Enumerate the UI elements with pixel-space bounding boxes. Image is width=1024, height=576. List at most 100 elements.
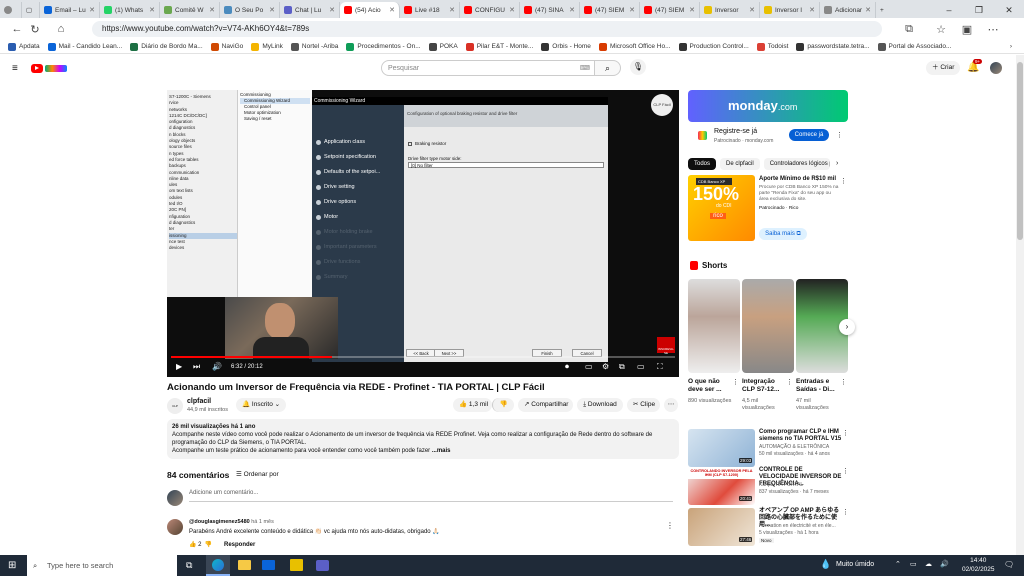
sort-button[interactable]: ☰ Ordenar por [236, 470, 279, 478]
create-button[interactable]: ＋ Criar [926, 61, 961, 75]
tab-close-icon[interactable]: ✕ [746, 6, 755, 14]
bookmark-item[interactable]: Orbis - Home [541, 42, 591, 51]
clock[interactable]: 14:40 02/02/2025 [962, 556, 995, 574]
shorts-next-button[interactable]: › [839, 319, 855, 335]
ad-cta-button[interactable]: Comece já [789, 129, 829, 141]
search-button[interactable]: ⌕ [595, 60, 621, 76]
tab-actions-icon[interactable]: ▢ [22, 2, 40, 18]
tab-close-icon[interactable]: ✕ [862, 6, 871, 14]
browser-tab[interactable]: (47) SINA ✕ [520, 2, 580, 18]
download-button[interactable]: ⤓ Download [577, 398, 623, 412]
browser-tab[interactable]: Chat | Lu ✕ [280, 2, 340, 18]
subscribed-button[interactable]: 🔔 Inscrito ⌄ [236, 398, 286, 412]
short-title[interactable]: O que não deve ser ... [688, 378, 728, 393]
add-comment-input[interactable]: Adicione um comentário... [189, 490, 673, 502]
bookmark-item[interactable]: Apdata [8, 42, 40, 51]
collections-icon[interactable]: ▣ [958, 23, 976, 36]
browser-tab[interactable]: (47) SIEM ✕ [640, 2, 700, 18]
tab-close-icon[interactable]: ✕ [86, 6, 95, 14]
file-explorer-icon[interactable] [238, 560, 251, 570]
tab-close-icon[interactable]: ✕ [266, 6, 275, 14]
bookmark-item[interactable]: Todoist [756, 42, 788, 51]
clip-button[interactable]: ✂ Clipe [627, 398, 660, 412]
recommendation-item[interactable]: 29:03 Como programar CLP e IHM siemens no… [688, 429, 849, 467]
bookmarks-more-icon[interactable]: › [1010, 43, 1012, 50]
bookmark-item[interactable]: Portal de Associado... [877, 42, 951, 51]
subscribe-badge[interactable]: INSCREVA-SE [657, 337, 675, 355]
rec-menu-icon[interactable]: ⋮ [842, 467, 849, 475]
task-view-icon[interactable]: ⧉ [186, 560, 192, 571]
hamburger-menu-icon[interactable]: ≡ [12, 63, 18, 74]
dislike-button[interactable]: 👎 [492, 398, 514, 412]
ad-menu-icon[interactable]: ⋮ [836, 131, 843, 139]
tia-portal-icon[interactable] [290, 559, 303, 571]
bookmark-item[interactable]: NaviGo [210, 42, 243, 51]
short-menu-icon[interactable]: ⋮ [732, 378, 739, 386]
browser-tab[interactable]: O Seu Po ✕ [220, 2, 280, 18]
more-menu-icon[interactable]: ⋯ [984, 23, 1002, 36]
extension-icon[interactable]: ⧉ [900, 23, 918, 36]
tab-close-icon[interactable]: ✕ [326, 6, 335, 14]
browser-tab[interactable]: (1) Whats ✕ [100, 2, 160, 18]
channel-watermark[interactable]: CLP Fácil [651, 94, 673, 116]
search-input[interactable]: Pesquisar ⌨ [381, 60, 595, 76]
tab-close-icon[interactable]: ✕ [206, 6, 215, 14]
description-more[interactable]: ...mais [432, 448, 451, 454]
browser-tab[interactable]: Inversor ✕ [700, 2, 760, 18]
short-menu-icon[interactable]: ⋮ [786, 378, 793, 386]
bookmark-item[interactable]: Pilar E&T - Monte... [465, 42, 533, 51]
minimize-icon[interactable]: – [934, 5, 964, 15]
next-icon[interactable]: ⏭ [193, 362, 200, 372]
home-icon[interactable]: ⌂ [52, 23, 70, 35]
url-input[interactable]: https://www.youtube.com/watch?v=V74-AKh6… [92, 21, 882, 37]
bookmark-item[interactable]: MyLink [251, 42, 283, 51]
comment-avatar[interactable] [167, 519, 183, 535]
ad-cta-title[interactable]: Registre-se já [714, 128, 757, 135]
rec-channel[interactable]: Kanpa TIA PORTAL [759, 482, 843, 488]
share-button[interactable]: ↗ Compartilhar [518, 398, 573, 412]
tab-close-icon[interactable]: ✕ [386, 6, 395, 14]
taskbar-search[interactable]: ⌕ Type here to search [27, 555, 177, 576]
comment-dislike-icon[interactable]: 👎 [205, 542, 212, 548]
bookmark-item[interactable]: Diário de Bordo Ma... [130, 42, 203, 51]
fullscreen-icon[interactable]: ⛶ [657, 362, 663, 372]
rec-menu-icon[interactable]: ⋮ [842, 429, 849, 437]
edge-taskbar-button[interactable] [206, 555, 230, 576]
tab-close-icon[interactable]: ✕ [146, 6, 155, 14]
comment-user[interactable]: @douglasgimenez5480 [189, 519, 250, 525]
tab-close-icon[interactable]: ✕ [566, 6, 575, 14]
teams-icon[interactable] [316, 560, 329, 571]
browser-tab[interactable]: Comitê W ✕ [160, 2, 220, 18]
tray-network-icon[interactable]: ▭ [910, 560, 917, 568]
bookmark-item[interactable]: passwordstate.tetra... [796, 42, 870, 51]
tab-close-icon[interactable]: ✕ [626, 6, 635, 14]
short-thumbnail[interactable] [688, 279, 740, 373]
maximize-icon[interactable]: ❐ [964, 5, 994, 16]
bookmark-item[interactable]: POKA [428, 42, 458, 51]
browser-tab[interactable]: (47) SIEM ✕ [580, 2, 640, 18]
filter-chip[interactable]: Controladores lógicos prog [763, 158, 830, 170]
short-title[interactable]: Entradas e Saídas - Di... [796, 378, 836, 393]
bookmark-item[interactable]: Production Control... [678, 42, 749, 51]
browser-tab[interactable]: Email – Lu ✕ [40, 2, 100, 18]
more-actions-button[interactable]: ⋯ [664, 398, 678, 412]
keyboard-icon[interactable]: ⌨ [580, 61, 590, 76]
ad-banner[interactable]: monday.com [688, 90, 848, 122]
play-icon[interactable]: ▶ [176, 362, 182, 371]
notification-center-icon[interactable]: 🗨 [1004, 560, 1014, 569]
promo-menu-icon[interactable]: ⋮ [840, 177, 847, 185]
bookmark-item[interactable]: Mail - Candido Lean... [47, 42, 122, 51]
settings-icon[interactable]: ⚙ [602, 362, 609, 371]
tab-close-icon[interactable]: ✕ [686, 6, 695, 14]
rec-title[interactable]: Como programar CLP e IHM siemens no TIA … [759, 429, 843, 443]
comment-menu-icon[interactable]: ⋮ [666, 521, 674, 530]
close-window-icon[interactable]: ✕ [994, 5, 1024, 16]
tray-wifi-icon[interactable]: ☁ [925, 560, 932, 568]
weather-text[interactable]: Muito úmido [836, 561, 874, 568]
profile-icon[interactable] [0, 2, 22, 18]
browser-tab[interactable]: Inversor I ✕ [760, 2, 820, 18]
filter-chip[interactable]: Todos [688, 158, 717, 170]
promo-thumbnail[interactable]: CDB Banco XP 150% do CDI rico [688, 175, 755, 241]
autoplay-icon[interactable]: ⏺ [565, 362, 569, 372]
chips-next-icon[interactable]: › [836, 160, 838, 167]
